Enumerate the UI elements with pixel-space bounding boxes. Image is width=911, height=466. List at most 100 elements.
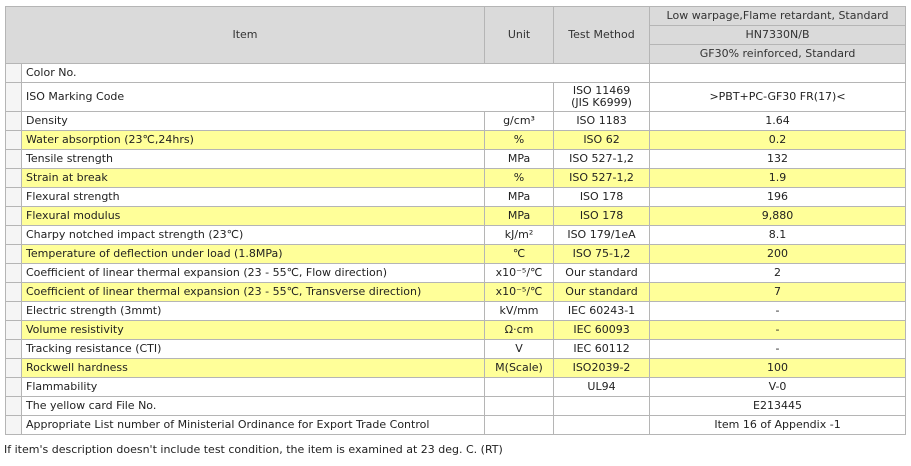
table-row: Coefficient of linear thermal expansion … <box>5 282 907 302</box>
row-value: - <box>649 320 907 340</box>
row-marker <box>5 282 22 302</box>
row-value: 100 <box>649 358 907 378</box>
row-marker <box>5 244 22 264</box>
row-method: UL94 <box>553 377 651 397</box>
row-value: V-0 <box>649 377 907 397</box>
row-unit: MPa <box>484 187 555 207</box>
row-marker <box>5 63 22 83</box>
row-item: Color No. <box>20 63 651 83</box>
row-unit <box>484 415 555 435</box>
row-marker <box>5 149 22 169</box>
table-row: Color No. <box>5 63 907 83</box>
row-value: 1.9 <box>649 168 907 188</box>
table-row: Flexural modulus MPa ISO 178 9,880 <box>5 206 907 226</box>
header-grade-description: Low warpage,Flame retardant, Standard <box>649 6 907 26</box>
row-item: Tensile strength <box>20 149 486 169</box>
row-unit: kV/mm <box>484 301 555 321</box>
row-marker <box>5 168 22 188</box>
row-method: ISO 11469 (JIS K6999) <box>553 82 651 112</box>
row-unit: ℃ <box>484 244 555 264</box>
row-marker <box>5 82 22 112</box>
table-row: Water absorption (23℃,24hrs)% ISO 62 0.2 <box>5 130 907 150</box>
row-value: 9,880 <box>649 206 907 226</box>
row-unit <box>484 396 555 416</box>
row-method: ISO 527-1,2 <box>553 168 651 188</box>
row-unit: x10⁻⁵/℃ <box>484 282 555 302</box>
row-method <box>553 396 651 416</box>
row-item: Coefficient of linear thermal expansion … <box>20 282 486 302</box>
table-row: Charpy notched impact strength (23℃) kJ/m… <box>5 225 907 245</box>
row-item: Density <box>20 111 486 131</box>
row-value <box>649 63 907 83</box>
row-unit: % <box>484 168 555 188</box>
row-item: Flammability <box>20 377 486 397</box>
header-unit: Unit <box>484 6 555 64</box>
row-method: ISO2039-2 <box>553 358 651 378</box>
row-item: Temperature of deflection under load (1.… <box>20 244 486 264</box>
table-row: Electric strength (3mmt) kV/mm IEC 60243-1… <box>5 301 907 321</box>
table-row: Temperature of deflection under load (1.… <box>5 244 907 264</box>
row-unit <box>484 377 555 397</box>
header-grade-name: HN7330N/B <box>649 25 907 45</box>
row-unit: kJ/m² <box>484 225 555 245</box>
table-row: Tracking resistance (CTI) V IEC 60112- <box>5 339 907 359</box>
row-method: ISO 178 <box>553 187 651 207</box>
row-method: ISO 527-1,2 <box>553 149 651 169</box>
row-method <box>553 415 651 435</box>
row-marker <box>5 339 22 359</box>
row-marker <box>5 358 22 378</box>
row-unit: g/cm³ <box>484 111 555 131</box>
row-item: Charpy notched impact strength (23℃) <box>20 225 486 245</box>
row-method: ISO 75-1,2 <box>553 244 651 264</box>
table-row: Strain at break% ISO 527-1,2 1.9 <box>5 168 907 188</box>
row-unit: MPa <box>484 206 555 226</box>
row-unit: % <box>484 130 555 150</box>
table-row: The yellow card File No. E213445 <box>5 396 907 416</box>
row-marker <box>5 415 22 435</box>
table-row: Volume resistivity Ω·cm IEC 60093- <box>5 320 907 340</box>
table-row: Flexural strength MPa ISO 178 196 <box>5 187 907 207</box>
row-method: ISO 1183 <box>553 111 651 131</box>
row-value: 132 <box>649 149 907 169</box>
row-value: 0.2 <box>649 130 907 150</box>
row-unit: V <box>484 339 555 359</box>
row-marker <box>5 111 22 131</box>
row-value: - <box>649 301 907 321</box>
row-item: Appropriate List number of Ministerial O… <box>20 415 486 435</box>
row-unit: MPa <box>484 149 555 169</box>
row-value: >PBT+PC-GF30 FR(17)< <box>649 82 907 112</box>
row-item: ISO Marking Code <box>20 82 555 112</box>
row-item: Flexural modulus <box>20 206 486 226</box>
table-row: Coefficient of linear thermal expansion … <box>5 263 907 283</box>
row-item: Flexural strength <box>20 187 486 207</box>
row-marker <box>5 377 22 397</box>
row-item: Electric strength (3mmt) <box>20 301 486 321</box>
row-item: Volume resistivity <box>20 320 486 340</box>
spec-table-container: Item Unit Test Method Low warpage,Flame … <box>4 6 907 435</box>
row-marker <box>5 263 22 283</box>
row-method: Our standard <box>553 263 651 283</box>
row-item: Coefficient of linear thermal expansion … <box>20 263 486 283</box>
row-item: The yellow card File No. <box>20 396 486 416</box>
row-method: ISO 62 <box>553 130 651 150</box>
row-marker <box>5 187 22 207</box>
row-item: Strain at break <box>20 168 486 188</box>
header-test-method: Test Method <box>553 6 651 64</box>
row-value: 2 <box>649 263 907 283</box>
header-item: Item <box>4 6 486 64</box>
row-marker <box>5 301 22 321</box>
table-row: Rockwell hardness M(Scale) ISO2039-2 100 <box>5 358 907 378</box>
spec-table: Item Unit Test Method Low warpage,Flame … <box>4 6 907 435</box>
row-item: Rockwell hardness <box>20 358 486 378</box>
row-unit: x10⁻⁵/℃ <box>484 263 555 283</box>
row-method: IEC 60093 <box>553 320 651 340</box>
header-grade-reinforcement: GF30% reinforced, Standard <box>649 44 907 64</box>
row-method: ISO 178 <box>553 206 651 226</box>
row-marker <box>5 396 22 416</box>
row-value: 7 <box>649 282 907 302</box>
row-method-line2: (JIS K6999) <box>571 96 632 109</box>
row-item: Tracking resistance (CTI) <box>20 339 486 359</box>
row-value: 196 <box>649 187 907 207</box>
row-unit: M(Scale) <box>484 358 555 378</box>
row-value: 200 <box>649 244 907 264</box>
